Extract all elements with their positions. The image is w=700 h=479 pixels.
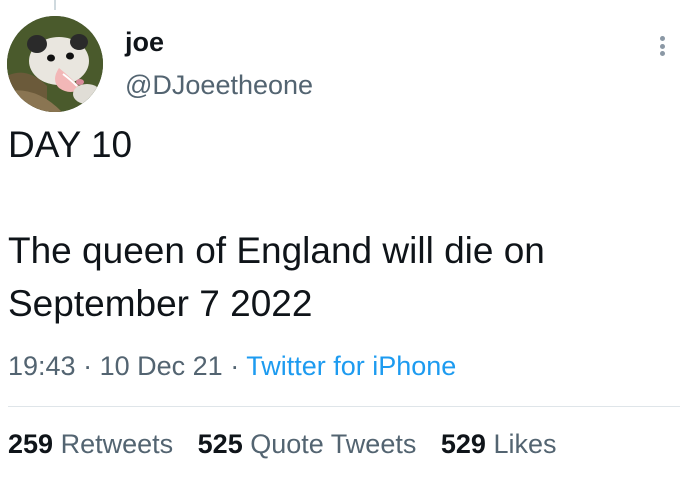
quote-tweets-label: Quote Tweets [250, 429, 417, 459]
meta-separator: · [83, 351, 93, 381]
avatar[interactable] [7, 16, 103, 112]
more-dot [659, 51, 665, 56]
author-name[interactable]: joe [125, 26, 164, 58]
likes-count: 529 [440, 429, 486, 459]
retweets-label: Retweets [60, 429, 174, 459]
tweet-meta: 19:43 · 10 Dec 21 · Twitter for iPhone [8, 350, 456, 382]
tweet-line: September 7 2022 [8, 283, 313, 324]
tweet-text: DAY 10 The queen of England will die on … [8, 118, 688, 330]
likes-stat[interactable]: 529 Likes [441, 428, 557, 460]
likes-label: Likes [493, 429, 557, 459]
tweet-date[interactable]: 10 Dec 21 [100, 351, 223, 381]
opossum-avatar-icon [7, 16, 103, 112]
quote-tweets-count: 525 [197, 429, 243, 459]
thread-connector-line [54, 0, 56, 10]
tweet-stats: 259 Retweets 525 Quote Tweets 529 Likes [8, 428, 573, 460]
retweets-count: 259 [8, 429, 54, 459]
tweet-source-link[interactable]: Twitter for iPhone [246, 351, 456, 381]
author-handle[interactable]: @DJoeetheone [125, 69, 313, 101]
divider [8, 406, 680, 407]
more-dot [659, 36, 665, 41]
retweets-stat[interactable]: 259 Retweets [8, 428, 173, 460]
tweet-line: DAY 10 [8, 124, 133, 165]
more-dot [659, 43, 665, 49]
tweet-line: The queen of England will die on [8, 230, 545, 271]
tweet-time[interactable]: 19:43 [8, 351, 76, 381]
more-dots-icon[interactable] [650, 28, 674, 64]
quote-tweets-stat[interactable]: 525 Quote Tweets [198, 428, 417, 460]
meta-separator: · [230, 351, 240, 381]
